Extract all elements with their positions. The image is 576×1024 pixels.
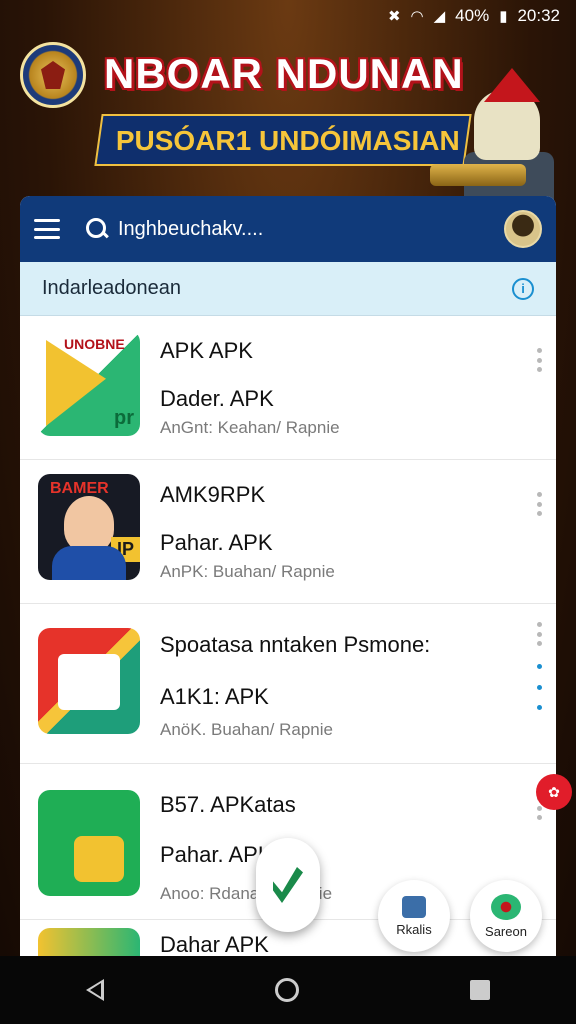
wifi-icon: ◠ bbox=[410, 8, 424, 25]
battery-level: 40% bbox=[455, 6, 490, 25]
item-subtitle: Dader. APK bbox=[160, 386, 274, 411]
more-options-icon[interactable] bbox=[536, 622, 542, 646]
category-label: Indarleadonean bbox=[42, 277, 182, 299]
thumbnail-tag: BAMER bbox=[50, 480, 109, 497]
share-action-label: Sareon bbox=[485, 923, 527, 939]
app-thumbnail: UNOBNE pr bbox=[38, 330, 140, 436]
list-item[interactable]: Spoatasa nntaken Psmone: A1K1: APK AnöK.… bbox=[20, 604, 556, 764]
thumbnail-badge: IP bbox=[110, 537, 140, 562]
banner-title: NBOAR NDUNAN bbox=[104, 50, 464, 97]
avatar[interactable] bbox=[504, 210, 542, 248]
item-subtitle: Pahar. APK bbox=[160, 530, 273, 555]
app-bar: Inghbeuchakv.... bbox=[20, 196, 556, 262]
cannon-icon bbox=[430, 164, 526, 186]
list-item[interactable]: UNOBNE pr APK APK Dader. APK AnGnt: Keah… bbox=[20, 316, 556, 460]
banner-subtitle-plate: PUSÓAR1 UNDÓIMASIAN bbox=[94, 114, 472, 166]
item-subtitle: A1K1: APK bbox=[160, 684, 269, 709]
battery-icon: ▮ bbox=[499, 8, 508, 25]
app-thumbnail: BAMER IP bbox=[38, 474, 140, 580]
status-bar: ✖ ◠ ◢ 40% ▮ 20:32 bbox=[0, 0, 576, 32]
app-thumbnail bbox=[38, 790, 140, 896]
home-icon[interactable] bbox=[274, 978, 299, 1002]
mascot-illustration bbox=[430, 60, 562, 212]
system-nav-bar bbox=[0, 956, 576, 1024]
item-title: APK APK bbox=[160, 338, 253, 363]
item-meta: AnPK: Buahan/ Rapnie bbox=[160, 562, 335, 581]
checkmark-icon bbox=[273, 867, 303, 903]
more-options-icon[interactable] bbox=[536, 492, 542, 516]
promo-banner[interactable]: NBOAR NDUNAN PUSÓAR1 UNDÓIMASIAN bbox=[0, 32, 576, 212]
item-title: Dahar APK bbox=[160, 932, 269, 956]
item-meta: AnöK. Buahan/ Rapnie bbox=[160, 720, 333, 739]
item-title: B57. APKatas bbox=[160, 792, 296, 817]
more-options-icon[interactable] bbox=[536, 348, 542, 372]
download-fab[interactable] bbox=[256, 838, 320, 932]
category-bar: Indarleadonean i bbox=[20, 262, 556, 316]
app-thumbnail bbox=[38, 628, 140, 734]
back-icon[interactable] bbox=[85, 979, 104, 1001]
search-text: Inghbeuchakv.... bbox=[118, 217, 264, 240]
thumbnail-badge: pr bbox=[114, 407, 134, 429]
thumbnail-tag: UNOBNE bbox=[64, 336, 125, 352]
clock: 20:32 bbox=[517, 6, 560, 25]
print-action-button[interactable]: Rkalis bbox=[378, 880, 450, 952]
list-item[interactable]: BAMER IP AMK9RPK Pahar. APK AnPK: Buahan… bbox=[20, 460, 556, 604]
search-bar[interactable]: Inghbeuchakv.... bbox=[86, 218, 504, 241]
banner-subtitle: PUSÓAR1 UNDÓIMASIAN bbox=[115, 125, 460, 156]
more-options-active-icon[interactable] bbox=[536, 664, 542, 710]
item-meta: AnGnt: Keahan/ Rapnie bbox=[160, 418, 340, 437]
santa-hat-icon bbox=[484, 68, 540, 102]
notification-badge-icon[interactable]: ✿ bbox=[536, 774, 572, 810]
emblem-logo bbox=[20, 42, 86, 108]
menu-icon[interactable] bbox=[34, 219, 60, 239]
app-thumbnail bbox=[38, 928, 140, 956]
info-icon[interactable]: i bbox=[512, 277, 534, 300]
recent-apps-icon[interactable] bbox=[470, 980, 491, 1000]
share-action-button[interactable]: Sareon bbox=[470, 880, 542, 952]
notification-icon: ✖ bbox=[387, 8, 401, 25]
signal-icon: ◢ bbox=[433, 8, 446, 25]
clover-icon bbox=[491, 893, 521, 920]
item-title: AMK9RPK bbox=[160, 482, 266, 507]
item-title: Spoatasa nntaken Psmone: bbox=[160, 632, 431, 657]
print-icon bbox=[402, 895, 426, 918]
print-action-label: Rkalis bbox=[396, 921, 432, 937]
search-icon bbox=[86, 218, 108, 240]
